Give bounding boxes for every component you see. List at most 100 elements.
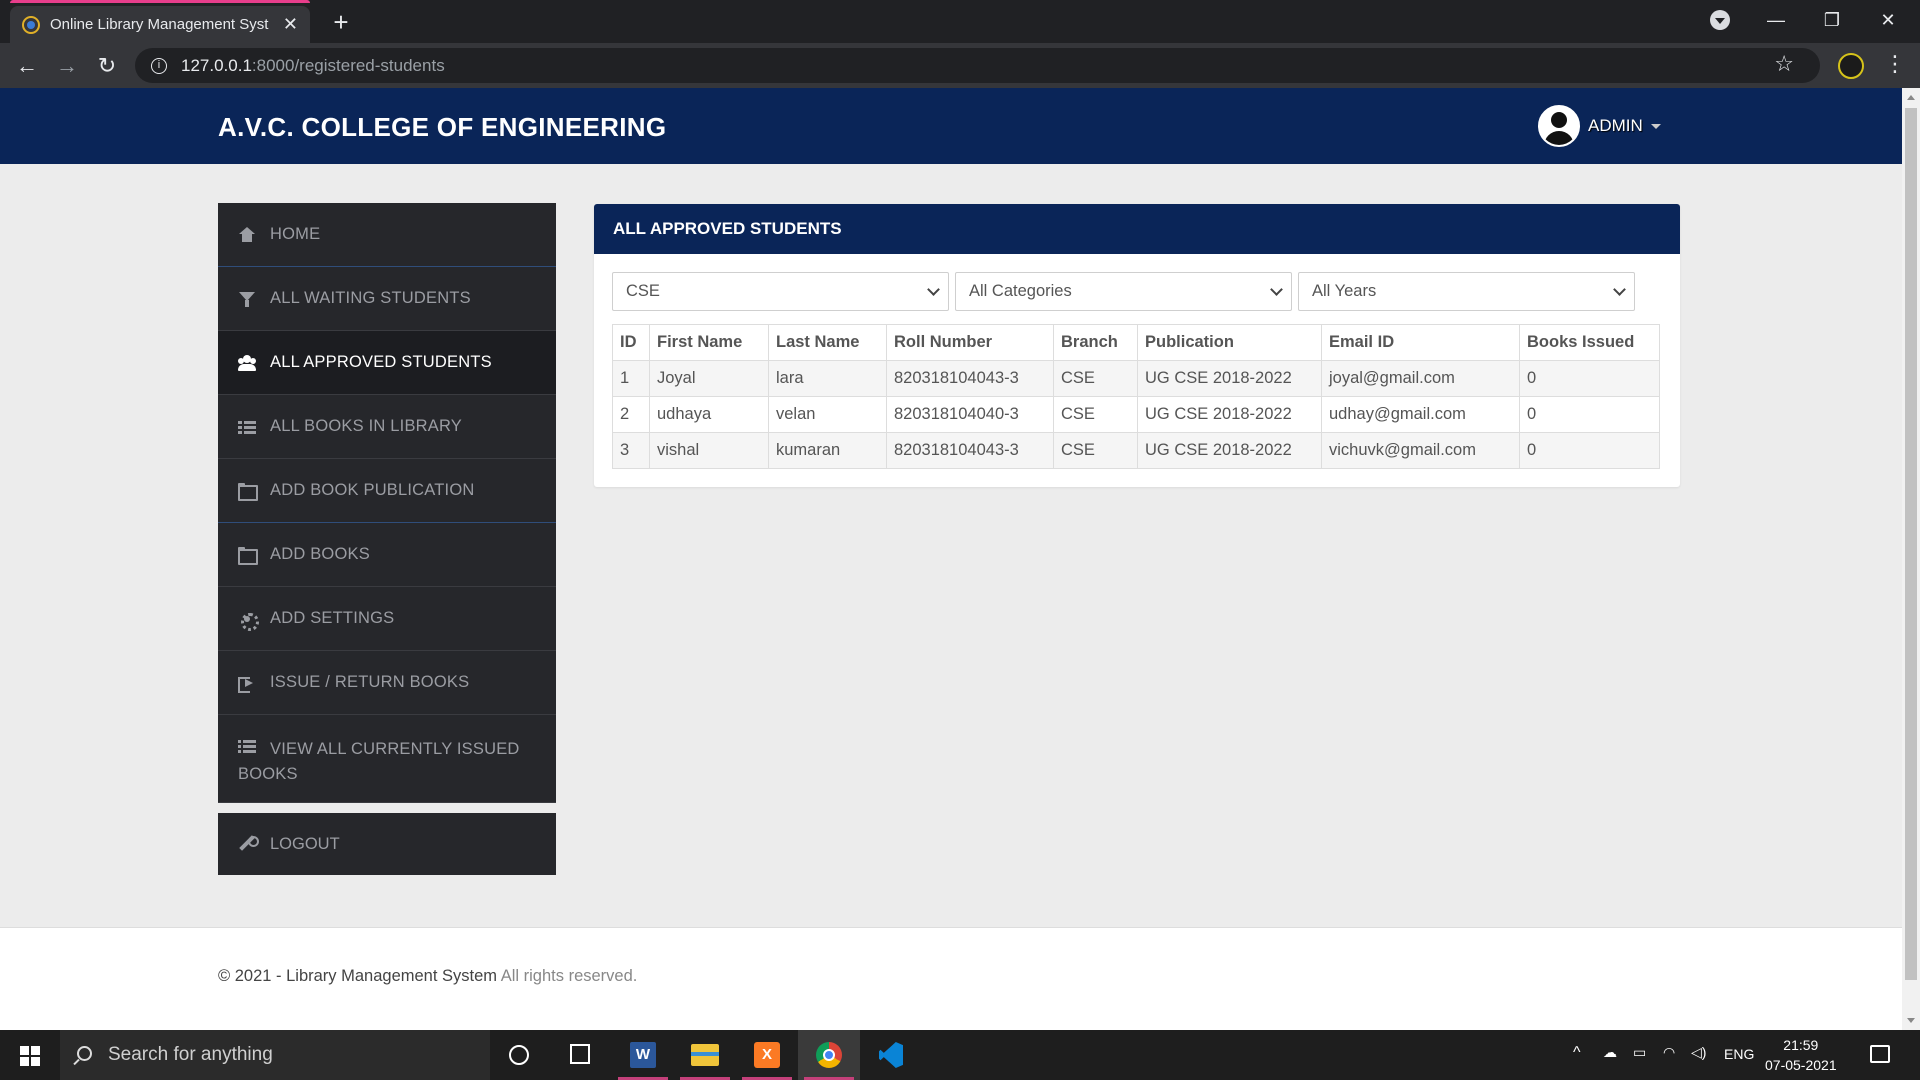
sidebar-item-label: ALL WAITING STUDENTS xyxy=(270,289,471,307)
close-window-button[interactable]: ✕ xyxy=(1860,0,1916,40)
table-row: 3 vishal kumaran 820318104043-3 CSE UG C… xyxy=(612,432,1660,469)
word-taskbar-icon[interactable]: W xyxy=(612,1030,674,1080)
restore-button[interactable]: ❐ xyxy=(1804,0,1860,40)
cell-books-issued: 0 xyxy=(1519,360,1660,397)
address-bar[interactable]: i 127.0.0.1:8000/registered-students ☆ xyxy=(135,48,1820,83)
cell-publication: UG CSE 2018-2022 xyxy=(1137,396,1322,433)
tab-close-icon[interactable]: ✕ xyxy=(283,14,298,35)
sidebar: HOME ALL WAITING STUDENTS ALL APPROVED S… xyxy=(218,203,556,803)
cell-email: joyal@gmail.com xyxy=(1321,360,1520,397)
column-header: Publication xyxy=(1137,324,1322,361)
language-indicator[interactable]: ENG xyxy=(1724,1046,1754,1062)
windows-start-icon[interactable] xyxy=(20,1046,40,1066)
sidebar-item-label: ADD SETTINGS xyxy=(270,609,395,627)
windows-taskbar: Search for anything W X ^ ☁ ▭ ◠ ◁) ENG 2… xyxy=(0,1030,1920,1080)
sidebar-item-waiting-students[interactable]: ALL WAITING STUDENTS xyxy=(218,267,556,331)
sidebar-item-home[interactable]: HOME xyxy=(218,203,556,267)
taskbar-search-placeholder: Search for anything xyxy=(108,1044,273,1065)
clock-date: 07-05-2021 xyxy=(1765,1057,1837,1073)
cell-roll-number: 820318104040-3 xyxy=(886,396,1054,433)
new-tab-button[interactable]: + xyxy=(326,7,356,37)
year-select-value: All Years xyxy=(1312,282,1377,300)
browser-tab[interactable]: Online Library Management Syst ✕ xyxy=(10,6,310,43)
cell-first-name: udhaya xyxy=(649,396,769,433)
extension-icon[interactable] xyxy=(1838,53,1864,79)
vscode-taskbar-icon[interactable] xyxy=(860,1030,922,1080)
notification-center-icon[interactable] xyxy=(1870,1045,1890,1063)
sidebar-item-label: VIEW ALL CURRENTLY ISSUED BOOKS xyxy=(238,737,520,787)
gear-icon xyxy=(238,610,259,631)
caret-down-icon xyxy=(1650,123,1661,129)
taskbar-search-input[interactable]: Search for anything xyxy=(60,1030,490,1080)
year-select[interactable]: All Years xyxy=(1298,272,1635,311)
cell-last-name: lara xyxy=(768,360,887,397)
sidebar-item-approved-students[interactable]: ALL APPROVED STUDENTS xyxy=(218,331,556,395)
tab-search-icon[interactable] xyxy=(1710,10,1730,30)
tray-chevron-up-icon[interactable]: ^ xyxy=(1573,1044,1581,1062)
sidebar-item-add-settings[interactable]: ADD SETTINGS xyxy=(218,587,556,651)
sidebar-item-add-book-publication[interactable]: ADD BOOK PUBLICATION xyxy=(218,459,556,523)
column-header: Branch xyxy=(1053,324,1138,361)
cell-last-name: velan xyxy=(768,396,887,433)
brand-title[interactable]: A.V.C. COLLEGE OF ENGINEERING xyxy=(218,112,666,143)
sidebar-item-issue-return-books[interactable]: ISSUE / RETURN BOOKS xyxy=(218,651,556,715)
scroll-down-arrow-icon[interactable] xyxy=(1907,1018,1915,1023)
onedrive-icon[interactable]: ☁ xyxy=(1603,1044,1617,1061)
chevron-down-icon xyxy=(1270,283,1283,296)
users-icon xyxy=(238,354,256,372)
sidebar-item-label-line1: VIEW ALL CURRENTLY ISSUED xyxy=(270,740,520,758)
cell-roll-number: 820318104043-3 xyxy=(886,360,1054,397)
battery-icon[interactable]: ▭ xyxy=(1633,1044,1646,1061)
chevron-down-icon xyxy=(927,283,940,296)
page-scrollbar[interactable] xyxy=(1902,88,1920,1030)
user-menu[interactable]: ADMIN xyxy=(1538,105,1661,147)
category-select[interactable]: All Categories xyxy=(955,272,1292,311)
table-row: 1 Joyal lara 820318104043-3 CSE UG CSE 2… xyxy=(612,360,1660,397)
task-view-icon[interactable] xyxy=(570,1044,590,1064)
cell-id: 1 xyxy=(612,360,650,397)
logout-label: LOGOUT xyxy=(270,834,340,853)
sidebar-item-add-books[interactable]: ADD BOOKS xyxy=(218,523,556,587)
clock-time: 21:59 xyxy=(1783,1037,1819,1053)
wifi-icon[interactable]: ◠ xyxy=(1663,1044,1675,1061)
back-button[interactable]: ← xyxy=(12,51,42,81)
sidebar-item-label: ADD BOOK PUBLICATION xyxy=(270,481,475,499)
college-favicon-icon xyxy=(22,15,40,34)
reload-button[interactable]: ↻ xyxy=(92,51,122,81)
cell-last-name: kumaran xyxy=(768,432,887,469)
bookmark-star-icon[interactable]: ☆ xyxy=(1774,51,1794,77)
taskbar-clock[interactable]: 21:59 07-05-2021 xyxy=(1765,1035,1837,1075)
sidebar-item-currently-issued-books[interactable]: VIEW ALL CURRENTLY ISSUED BOOKS xyxy=(218,715,556,803)
site-info-icon[interactable]: i xyxy=(151,57,167,74)
table-header-row: ID First Name Last Name Roll Number Bran… xyxy=(612,324,1660,361)
site-footer: © 2021 - Library Management System All r… xyxy=(0,927,1902,1030)
tab-accent xyxy=(10,0,310,3)
tasks-icon xyxy=(238,738,256,756)
url-path: :8000/registered-students xyxy=(251,55,445,75)
scroll-up-arrow-icon[interactable] xyxy=(1907,95,1915,100)
page-viewport: A.V.C. COLLEGE OF ENGINEERING ADMIN HOME… xyxy=(0,88,1902,1030)
branch-select[interactable]: CSE xyxy=(612,272,949,311)
search-icon xyxy=(77,1046,92,1061)
cortana-icon[interactable] xyxy=(509,1045,529,1065)
browser-tabstrip: Online Library Management Syst ✕ + — ❐ ✕ xyxy=(0,0,1920,43)
footer-text: © 2021 - Library Management System All r… xyxy=(218,967,637,986)
logout-button[interactable]: LOGOUT xyxy=(218,813,556,875)
volume-icon[interactable]: ◁) xyxy=(1691,1044,1706,1061)
browser-toolbar: ← → ↻ i 127.0.0.1:8000/registered-studen… xyxy=(0,43,1920,88)
footer-rights: All rights reserved. xyxy=(497,967,638,985)
forward-button[interactable]: → xyxy=(52,51,82,81)
sidebar-item-label: ISSUE / RETURN BOOKS xyxy=(270,673,470,691)
chrome-taskbar-icon[interactable] xyxy=(798,1030,860,1080)
browser-menu-icon[interactable]: ⋮ xyxy=(1884,51,1906,77)
column-header: Last Name xyxy=(768,324,887,361)
minimize-button[interactable]: — xyxy=(1748,0,1804,40)
sidebar-item-label: ALL APPROVED STUDENTS xyxy=(270,353,492,371)
sidebar-item-books-in-library[interactable]: ALL BOOKS IN LIBRARY xyxy=(218,395,556,459)
url-host: 127.0.0.1 xyxy=(181,55,252,75)
scrollbar-thumb[interactable] xyxy=(1905,108,1917,980)
column-header: Email ID xyxy=(1321,324,1520,361)
xampp-taskbar-icon[interactable]: X xyxy=(736,1030,798,1080)
file-explorer-taskbar-icon[interactable] xyxy=(674,1030,736,1080)
column-header: First Name xyxy=(649,324,769,361)
